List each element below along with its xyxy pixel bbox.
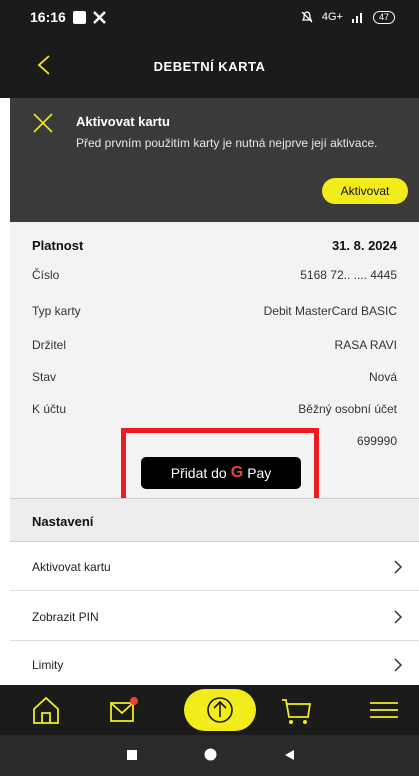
detail-row: K účtu Běžný osobní účet — [32, 402, 397, 416]
activation-banner: Aktivovat kartu Před prvním použitím kar… — [10, 98, 419, 222]
detail-row: Typ karty Debit MasterCard BASIC — [32, 304, 397, 318]
status-time: 16:16 — [30, 9, 66, 25]
detail-value: 5168 72.. .... 4445 — [300, 268, 397, 282]
menu-item-show-pin[interactable]: Zobrazit PIN — [10, 593, 419, 641]
menu-item-label: Zobrazit PIN — [32, 610, 99, 624]
settings-title: Nastavení — [32, 514, 94, 529]
detail-row: Platnost 31. 8. 2024 — [32, 238, 397, 253]
account-number: 699990 — [356, 434, 397, 448]
close-icon[interactable] — [32, 112, 54, 134]
detail-value: Debit MasterCard BASIC — [263, 304, 397, 318]
back-arrow-icon[interactable] — [34, 54, 56, 76]
detail-value: Nová — [368, 370, 397, 384]
bottom-nav — [0, 685, 419, 735]
mail-icon[interactable] — [103, 691, 143, 729]
menu-item-label: Limity — [32, 658, 64, 672]
menu-item-activate-card[interactable]: Aktivovat kartu — [10, 543, 419, 591]
back-triangle-icon[interactable] — [283, 749, 295, 761]
recent-apps-icon[interactable] — [126, 749, 138, 761]
detail-label: Držitel — [32, 338, 67, 352]
chevron-right-icon — [394, 610, 403, 624]
detail-label: Typ karty — [32, 304, 81, 318]
tools-icon — [92, 10, 106, 24]
detail-label: Stav — [32, 370, 57, 384]
detail-label: Platnost — [32, 238, 84, 253]
detail-row: Držitel RASA RAVI — [32, 338, 397, 352]
upload-button[interactable] — [184, 689, 256, 731]
status-bar: 16:16 4G+ 47 — [0, 0, 419, 34]
activate-button[interactable]: Aktivovat — [322, 178, 408, 204]
chevron-right-icon — [394, 560, 403, 574]
home-circle-icon[interactable] — [203, 747, 218, 762]
detail-row: Číslo 5168 72.. .... 4445 — [32, 268, 397, 282]
upload-icon — [207, 697, 233, 723]
settings-heading: Nastavení — [10, 498, 419, 542]
detail-value: Běžný osobní účet — [298, 402, 397, 416]
detail-value: 31. 8. 2024 — [331, 238, 397, 253]
menu-item-label: Aktivovat kartu — [32, 560, 111, 574]
app-header: DEBETNÍ KARTA — [0, 34, 419, 98]
detail-value: RASA RAVI — [334, 338, 397, 352]
mute-icon — [301, 11, 313, 23]
detail-row: Stav Nová — [32, 370, 397, 384]
page-title: DEBETNÍ KARTA — [153, 58, 266, 74]
cart-icon[interactable] — [276, 691, 316, 729]
battery-indicator: 47 — [372, 10, 395, 24]
detail-label: Číslo — [32, 268, 60, 282]
signal-text: 4G+ — [321, 11, 343, 23]
home-icon[interactable] — [26, 691, 66, 729]
system-nav-bar — [0, 735, 419, 776]
chevron-right-icon — [394, 658, 403, 672]
menu-icon[interactable] — [364, 691, 404, 729]
notification-icon — [72, 10, 86, 24]
signal-icon — [351, 13, 362, 23]
detail-label: K účtu — [32, 402, 67, 416]
banner-title: Aktivovat kartu — [76, 114, 170, 129]
banner-text: Před prvním použitím karty je nutná nejp… — [76, 136, 378, 150]
menu-item-limits[interactable]: Limity — [10, 641, 419, 689]
